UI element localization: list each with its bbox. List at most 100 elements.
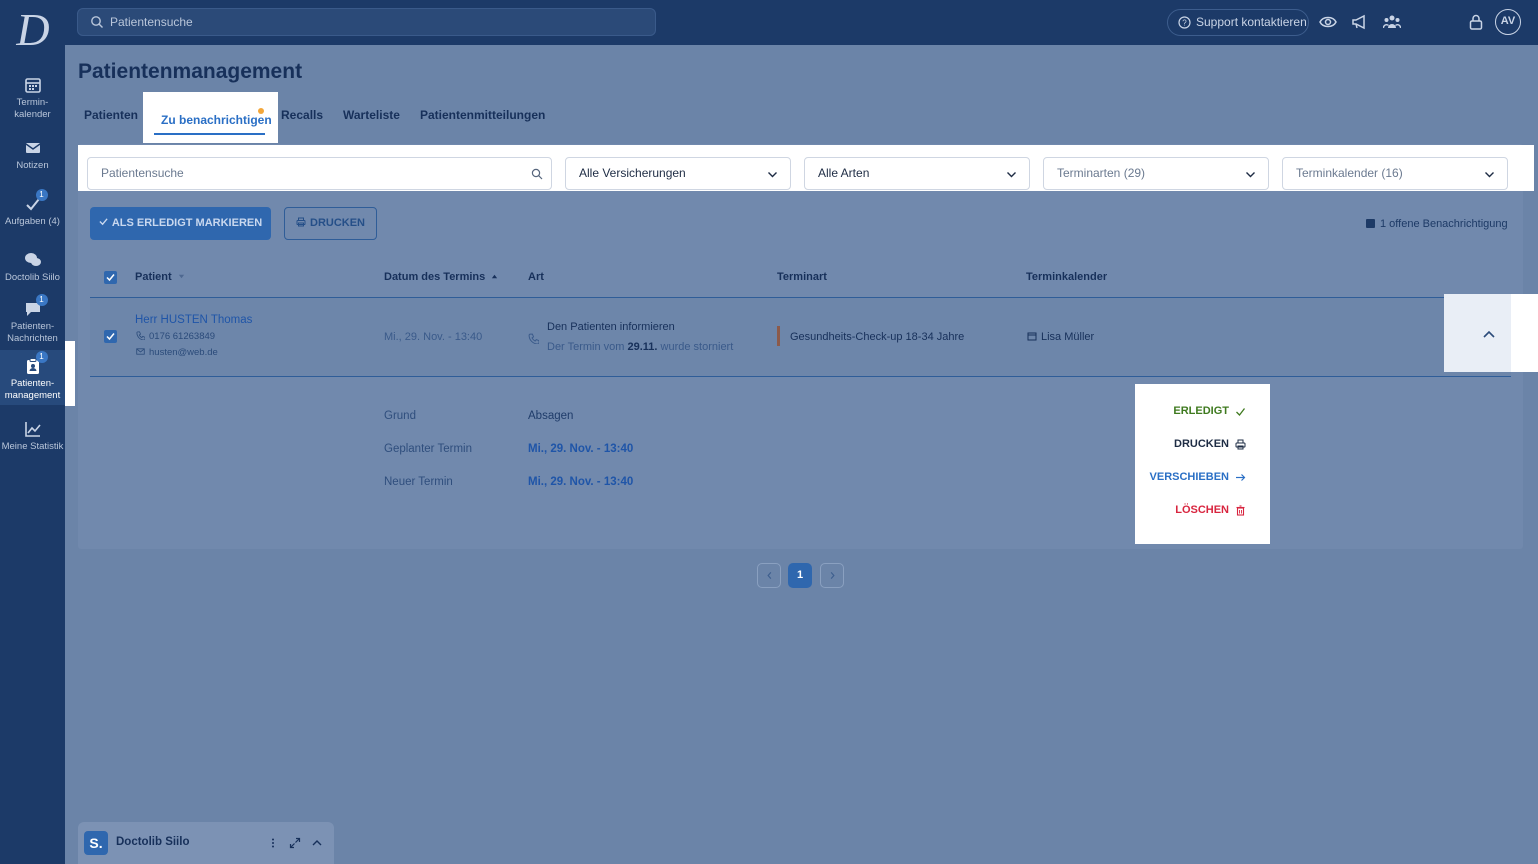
calendar-icon: [1027, 332, 1037, 341]
sidebar-item-notes[interactable]: Notizen: [0, 139, 65, 172]
art-subtitle: Der Termin vom 29.11. wurde storniert: [547, 341, 733, 353]
patient-phone-value: 0176 61263849: [149, 331, 216, 342]
patient-email-value: husten@web.de: [149, 347, 218, 358]
chevron-up-icon[interactable]: [311, 837, 323, 849]
calendar-select[interactable]: Terminkalender (16): [1282, 157, 1508, 190]
column-header-label: Patient: [135, 271, 172, 283]
mark-done-action[interactable]: ERLEDIGT: [1173, 405, 1246, 417]
mark-done-button[interactable]: ALS ERLEDIGT MARKIEREN: [90, 207, 271, 240]
row-checkbox[interactable]: [104, 330, 117, 343]
move-action-label: VERSCHIEBEN: [1149, 471, 1229, 483]
arrow-right-icon: [1236, 473, 1246, 481]
sidebar-item-label: Notizen: [16, 160, 49, 171]
megaphone-icon[interactable]: [1351, 13, 1369, 31]
column-header-date[interactable]: Datum des Termins: [384, 271, 498, 283]
tab-recalls[interactable]: Recalls: [281, 108, 323, 122]
phone-icon: [136, 331, 146, 341]
appointment-type-value: Terminarten (29): [1057, 166, 1146, 180]
clipboard-icon: 1: [24, 351, 48, 375]
appointment-type-select[interactable]: Terminarten (29): [1043, 157, 1269, 190]
insurance-value: Alle Versicherungen: [579, 166, 686, 180]
column-header-patient[interactable]: Patient: [135, 271, 185, 283]
column-header-terminkalender[interactable]: Terminkalender: [1026, 271, 1107, 283]
patient-search-input[interactable]: Patientensuche: [87, 157, 552, 190]
siilo-widget-title: Doctolib Siilo: [116, 836, 190, 848]
sidebar-item-patient-management[interactable]: 1 Patienten- management: [0, 350, 65, 405]
reason-value: Absagen: [528, 410, 574, 422]
siilo-chat-widget[interactable]: S. Doctolib Siilo: [78, 822, 334, 864]
sort-up-icon: [492, 274, 498, 279]
patient-name-link[interactable]: Herr HUSTEN Thomas: [135, 314, 252, 326]
column-header-terminart[interactable]: Terminart: [777, 271, 827, 283]
kind-select[interactable]: Alle Arten: [804, 157, 1030, 190]
search-icon: [91, 16, 103, 28]
art-subtitle-suffix: wurde storniert: [657, 341, 734, 353]
phone-icon: [528, 333, 539, 344]
chevron-right-icon: [830, 571, 835, 580]
doctolib-logo[interactable]: D: [14, 7, 52, 53]
support-label: Support kontaktieren: [1196, 15, 1307, 29]
new-appointment-link[interactable]: Mi., 29. Nov. - 13:40: [528, 476, 633, 488]
delete-action-label: LÖSCHEN: [1175, 504, 1229, 516]
chevron-down-icon: [1246, 172, 1255, 178]
reason-label: Grund: [384, 410, 416, 422]
printer-icon: [1235, 439, 1246, 449]
team-icon[interactable]: [1383, 13, 1401, 31]
management-badge: 1: [35, 351, 48, 363]
chevron-up-icon: [1483, 330, 1495, 338]
avatar[interactable]: AV: [1495, 9, 1521, 35]
pagination-page-1[interactable]: 1: [788, 563, 812, 588]
lock-icon[interactable]: [1467, 13, 1485, 31]
tab-warteliste[interactable]: Warteliste: [343, 108, 400, 122]
patient-email: husten@web.de: [136, 347, 218, 358]
chevron-down-icon: [768, 172, 777, 178]
sidebar-item-label: Nachrichten: [7, 333, 58, 344]
pagination-prev-button[interactable]: [757, 563, 781, 588]
sidebar-item-tasks[interactable]: 1 Aufgaben (4): [0, 189, 65, 228]
chevron-left-icon: [766, 571, 771, 580]
move-action[interactable]: VERSCHIEBEN: [1150, 471, 1246, 483]
chevron-down-icon: [1007, 172, 1016, 178]
tab-patienten[interactable]: Patienten: [84, 108, 138, 122]
sidebar-item-siilo[interactable]: Doctolib Siilo: [0, 251, 65, 284]
print-label: DRUCKEN: [310, 217, 365, 229]
sidebar-item-patient-messages[interactable]: 1 Patienten- Nachrichten: [0, 294, 65, 345]
planned-appointment-link[interactable]: Mi., 29. Nov. - 13:40: [528, 443, 633, 455]
expand-icon[interactable]: [289, 837, 301, 849]
messages-badge: 1: [35, 294, 48, 306]
sidebar-item-label: kalender: [14, 109, 51, 120]
delete-action[interactable]: LÖSCHEN: [1175, 504, 1246, 516]
chat-bubbles-icon: [24, 251, 42, 269]
print-button[interactable]: DRUCKEN: [284, 207, 377, 240]
tab-zu-benachrichtigen[interactable]: Zu benachrichtigen: [161, 113, 272, 127]
new-appointment-label: Neuer Termin: [384, 476, 453, 488]
more-vertical-icon[interactable]: [267, 837, 279, 849]
insurance-select[interactable]: Alle Versicherungen: [565, 157, 791, 190]
kind-value: Alle Arten: [818, 166, 870, 180]
pagination-next-button[interactable]: [820, 563, 844, 588]
eye-icon[interactable]: [1319, 13, 1337, 31]
art-subtitle-date: 29.11.: [627, 341, 658, 353]
open-notifications-label: 1 offene Benachrichtigung: [1380, 218, 1508, 230]
sidebar-item-label: Meine Statistik: [1, 441, 64, 452]
sidebar-item-label: Patienten-: [10, 321, 55, 332]
active-tab-underline: [154, 133, 265, 135]
select-all-checkbox[interactable]: [104, 271, 117, 284]
appointment-date: Mi., 29. Nov. - 13:40: [384, 331, 483, 343]
sort-down-icon: [178, 274, 184, 279]
check-icon: [99, 218, 108, 226]
search-icon: [531, 168, 543, 180]
support-button[interactable]: ? Support kontaktieren: [1167, 9, 1309, 36]
terminart-value: Gesundheits-Check-up 18-34 Jahre: [790, 331, 965, 343]
top-search-input[interactable]: Patientensuche: [77, 8, 656, 36]
sidebar-item-statistics[interactable]: Meine Statistik: [0, 420, 65, 453]
terminkalender-value: Lisa Müller: [1027, 331, 1094, 343]
print-action[interactable]: DRUCKEN: [1174, 438, 1246, 450]
sidebar-item-calendar[interactable]: Termin- kalender: [0, 76, 65, 121]
active-nav-indicator: [65, 341, 75, 406]
tab-patientenmitteilungen[interactable]: Patientenmitteilungen: [420, 108, 545, 122]
column-header-art[interactable]: Art: [528, 271, 544, 283]
calendar-icon: [24, 76, 42, 94]
mark-done-action-label: ERLEDIGT: [1173, 405, 1229, 417]
art-subtitle-prefix: Der Termin vom: [547, 341, 628, 353]
